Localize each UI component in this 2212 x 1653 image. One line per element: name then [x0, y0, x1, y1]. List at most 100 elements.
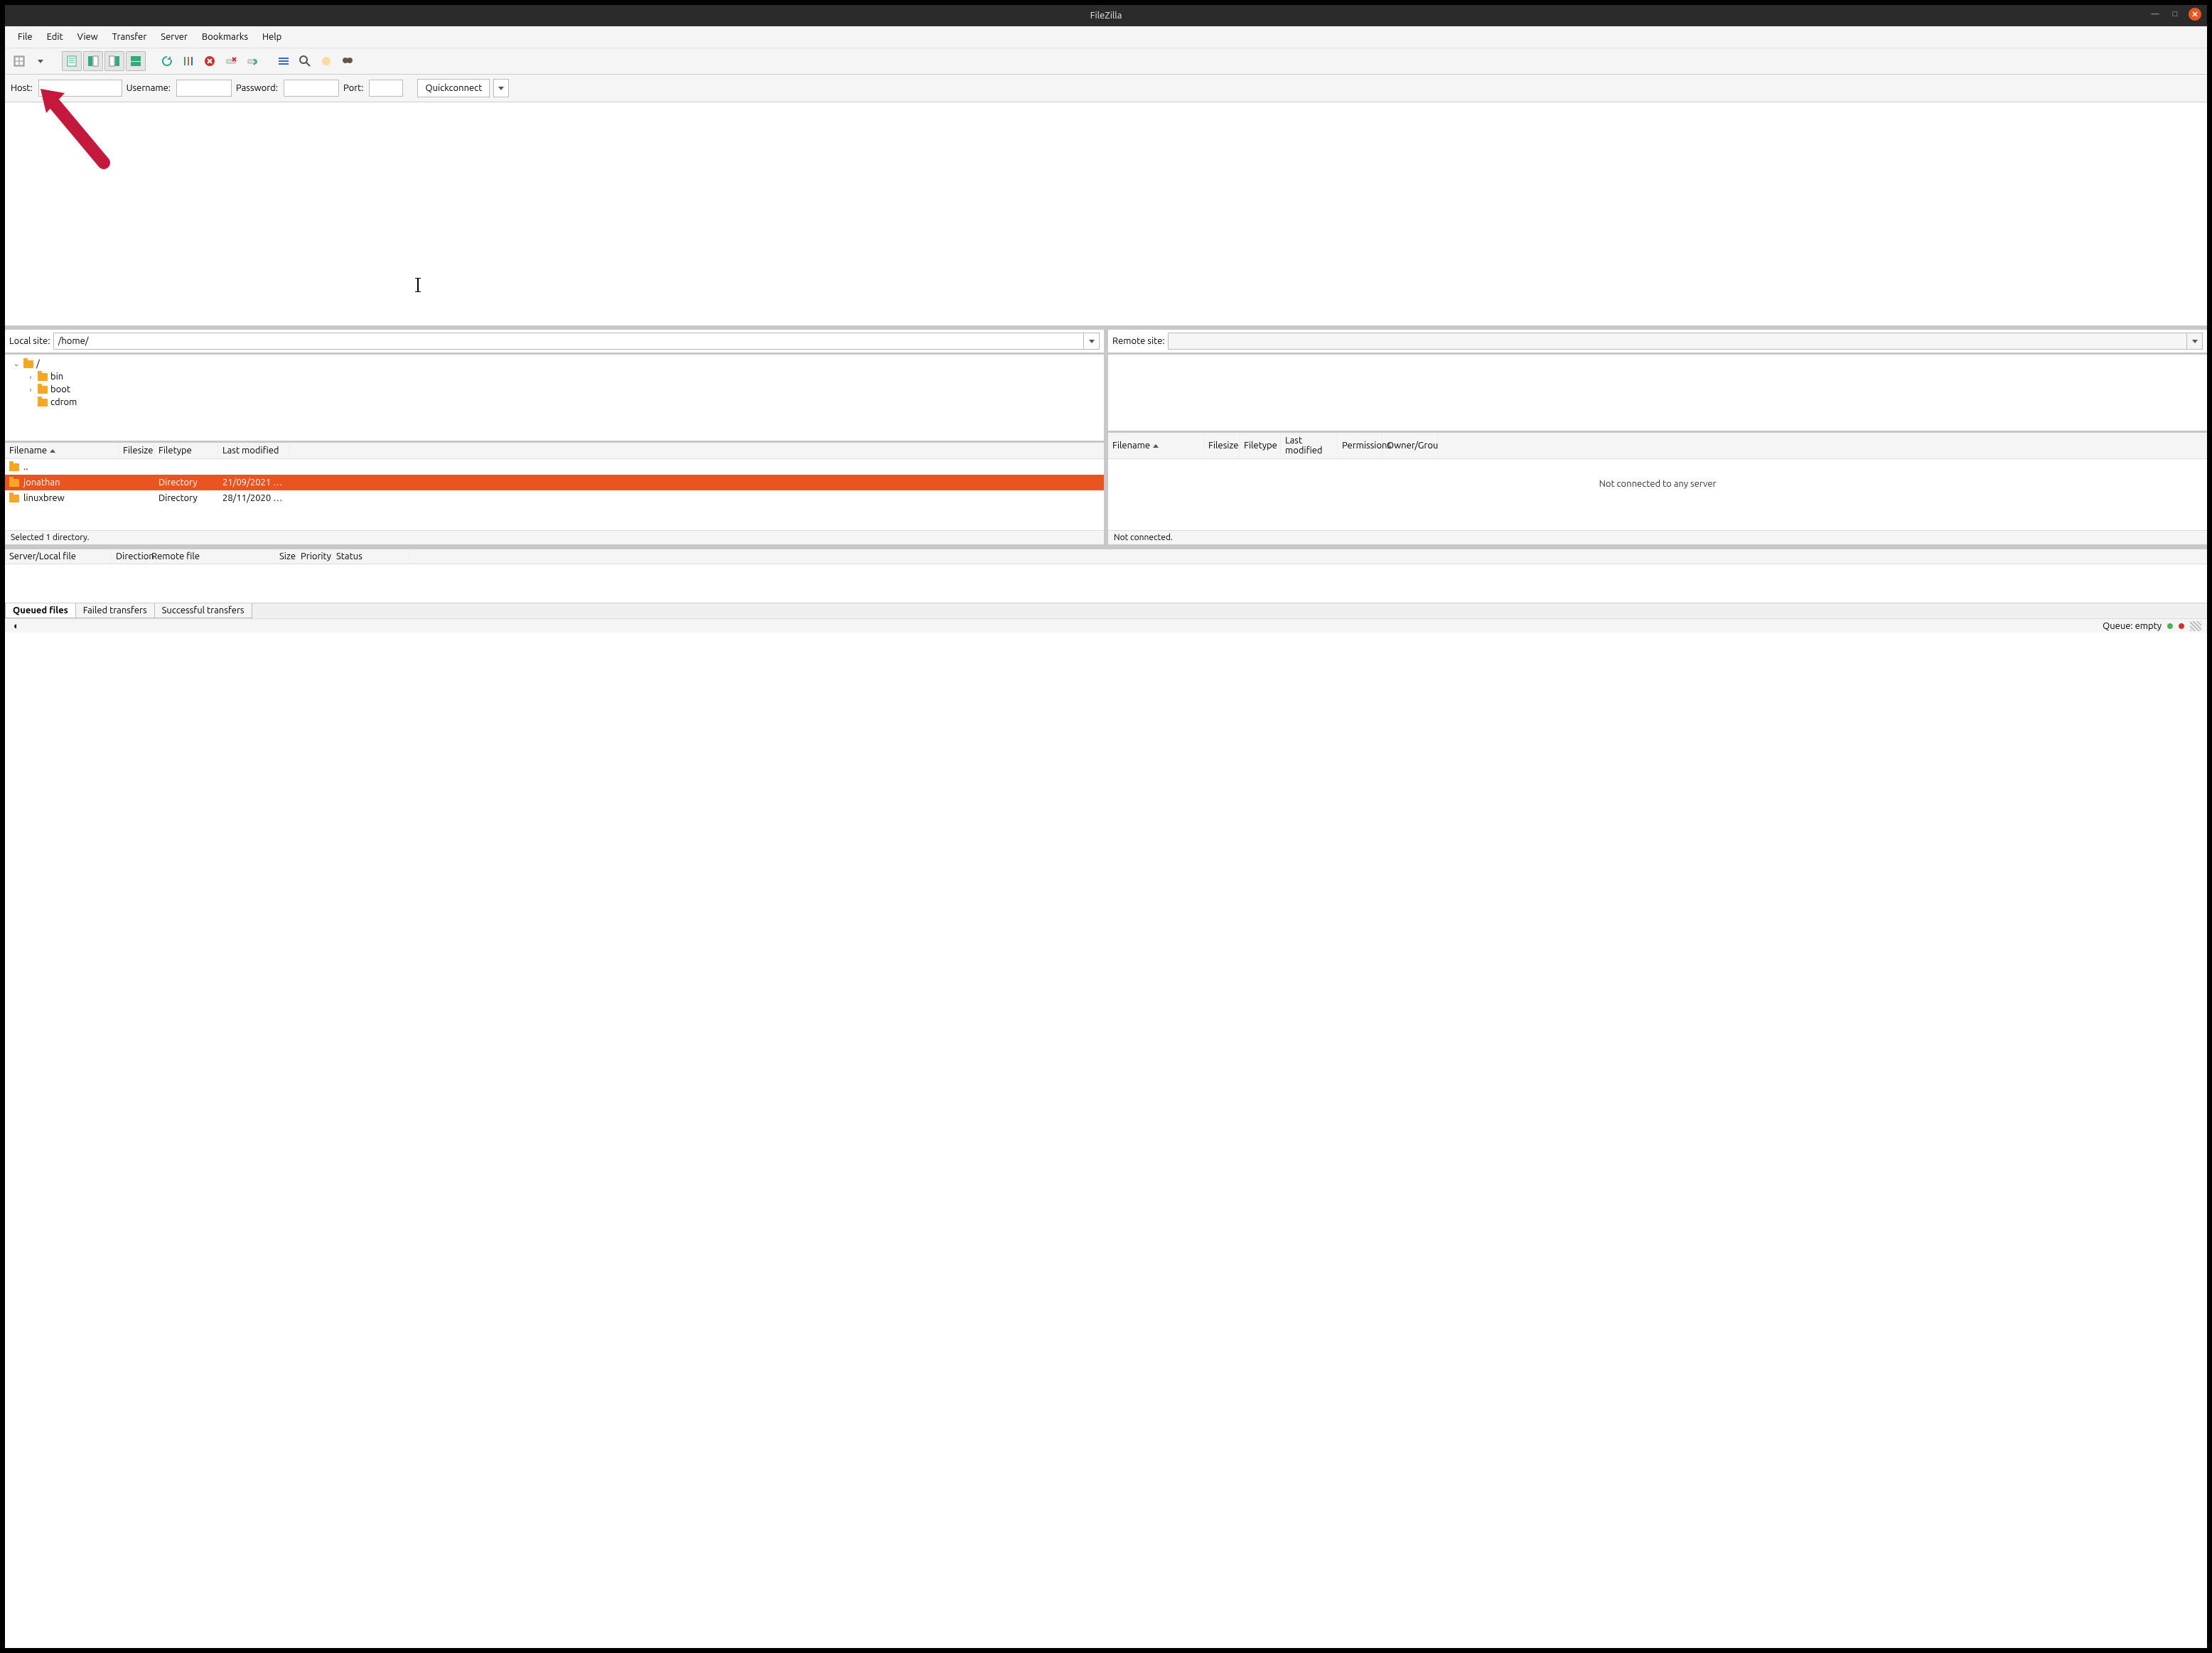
col-permissions[interactable]: Permissions [1338, 433, 1382, 458]
toggle-remote-tree-button[interactable] [104, 51, 124, 71]
tab-failed-transfers[interactable]: Failed transfers [75, 603, 155, 618]
qcol-size[interactable]: Size [275, 549, 296, 564]
tree-item[interactable]: bin [50, 372, 63, 382]
file-row[interactable]: jonathan Directory21/09/2021 14:... [5, 475, 1104, 490]
file-row-parent[interactable]: .. [5, 459, 1104, 475]
network-icon: ◐ [14, 620, 19, 631]
local-file-list: Filename Filesize Filetype Last modified… [5, 441, 1104, 544]
col-filesize[interactable]: Filesize [119, 443, 154, 458]
local-site-input[interactable] [54, 333, 1083, 349]
tab-successful-transfers[interactable]: Successful transfers [154, 603, 252, 618]
search-button[interactable] [338, 51, 358, 71]
resize-grip-icon[interactable] [2190, 621, 2201, 631]
menubar: File Edit View Transfer Server Bookmarks… [5, 26, 2207, 48]
port-label: Port: [343, 83, 363, 93]
text-cursor-icon [417, 279, 419, 291]
activity-led-recv-icon [2167, 623, 2173, 629]
qcol-remote[interactable]: Remote file [147, 549, 275, 564]
menu-edit[interactable]: Edit [40, 29, 70, 45]
expand-icon[interactable]: › [26, 373, 35, 381]
cancel-button[interactable] [200, 51, 220, 71]
window-title: FileZilla [1090, 11, 1122, 21]
col-filesize[interactable]: Filesize [1204, 433, 1240, 458]
menu-help[interactable]: Help [255, 29, 289, 45]
minimize-button[interactable]: — [2149, 8, 2162, 21]
menu-bookmarks[interactable]: Bookmarks [195, 29, 255, 45]
transfer-queue-pane: Server/Local file Direction Remote file … [5, 549, 2207, 618]
host-input[interactable] [38, 80, 122, 97]
col-lastmodified[interactable]: Last modified [218, 443, 289, 458]
folder-icon [9, 463, 19, 471]
local-status: Selected 1 directory. [5, 530, 1104, 544]
disconnect-button[interactable] [221, 51, 241, 71]
qcol-direction[interactable]: Direction [112, 549, 147, 564]
directory-compare-button[interactable] [295, 51, 315, 71]
col-lastmodified[interactable]: Last modified [1281, 433, 1338, 458]
sort-asc-icon [50, 449, 55, 453]
folder-icon [38, 399, 48, 406]
site-manager-dropdown[interactable] [31, 51, 50, 71]
remote-file-list: Filename Filesize Filetype Last modified… [1108, 431, 2207, 544]
remote-site-dropdown[interactable] [2186, 333, 2202, 349]
remote-site-label: Remote site: [1112, 336, 1165, 346]
col-filename[interactable]: Filename [1108, 433, 1204, 458]
local-site-dropdown[interactable] [1083, 333, 1099, 349]
host-label: Host: [11, 83, 33, 93]
filter-button[interactable] [274, 51, 294, 71]
qcol-status[interactable]: Status [332, 549, 410, 564]
quickconnect-button[interactable]: Quickconnect [417, 79, 490, 97]
remote-pane: Remote site: Filename Filesize Filetype … [1108, 330, 2207, 544]
menu-transfer[interactable]: Transfer [105, 29, 154, 45]
username-label: Username: [127, 83, 171, 93]
status-bar: ◐ Queue: empty [5, 618, 2207, 632]
folder-icon [9, 479, 19, 487]
local-tree[interactable]: ⌄ / › bin › boot cdrom [5, 352, 1104, 441]
tree-item[interactable]: cdrom [50, 397, 77, 407]
queue-status: Queue: empty [2103, 621, 2162, 631]
toolbar [5, 48, 2207, 75]
toggle-message-log-button[interactable] [62, 51, 82, 71]
remote-empty-message: Not connected to any server [1108, 459, 2207, 509]
sync-browse-button[interactable] [316, 51, 336, 71]
password-input[interactable] [284, 80, 339, 97]
process-queue-button[interactable] [178, 51, 198, 71]
activity-led-send-icon [2179, 623, 2184, 629]
tree-root[interactable]: / [36, 359, 40, 369]
col-owner[interactable]: Owner/Grou [1382, 433, 1438, 458]
username-input[interactable] [176, 80, 232, 97]
message-log-pane[interactable] [5, 102, 2207, 330]
expand-icon[interactable]: › [26, 386, 35, 394]
tab-queued-files[interactable]: Queued files [5, 603, 76, 618]
remote-site-input [1169, 333, 2186, 349]
remote-tree[interactable] [1108, 352, 2207, 431]
toggle-local-tree-button[interactable] [83, 51, 103, 71]
folder-icon [38, 373, 48, 381]
quickconnect-history-dropdown[interactable] [493, 79, 509, 97]
folder-icon [38, 386, 48, 394]
menu-view[interactable]: View [70, 29, 105, 45]
local-site-label: Local site: [9, 336, 50, 346]
close-button[interactable]: ✕ [2189, 8, 2201, 21]
qcol-server[interactable]: Server/Local file [5, 549, 112, 564]
refresh-button[interactable] [157, 51, 177, 71]
remote-status: Not connected. [1108, 530, 2207, 544]
tree-item[interactable]: boot [50, 384, 70, 394]
toggle-queue-button[interactable] [126, 51, 146, 71]
menu-server[interactable]: Server [154, 29, 195, 45]
qcol-priority[interactable]: Priority [296, 549, 332, 564]
queue-body[interactable] [5, 564, 2207, 603]
folder-icon [23, 360, 33, 368]
file-row[interactable]: linuxbrew Directory28/11/2020 21:... [5, 490, 1104, 506]
port-input[interactable] [369, 80, 403, 97]
password-label: Password: [236, 83, 278, 93]
col-filename[interactable]: Filename [5, 443, 119, 458]
maximize-button[interactable]: □ [2169, 8, 2181, 21]
site-manager-button[interactable] [9, 51, 29, 71]
collapse-icon[interactable]: ⌄ [12, 360, 21, 368]
reconnect-button[interactable] [242, 51, 262, 71]
sort-asc-icon [1153, 444, 1159, 448]
titlebar: FileZilla — □ ✕ [5, 5, 2207, 26]
menu-file[interactable]: File [11, 29, 40, 45]
col-filetype[interactable]: Filetype [1240, 433, 1281, 458]
col-filetype[interactable]: Filetype [154, 443, 218, 458]
